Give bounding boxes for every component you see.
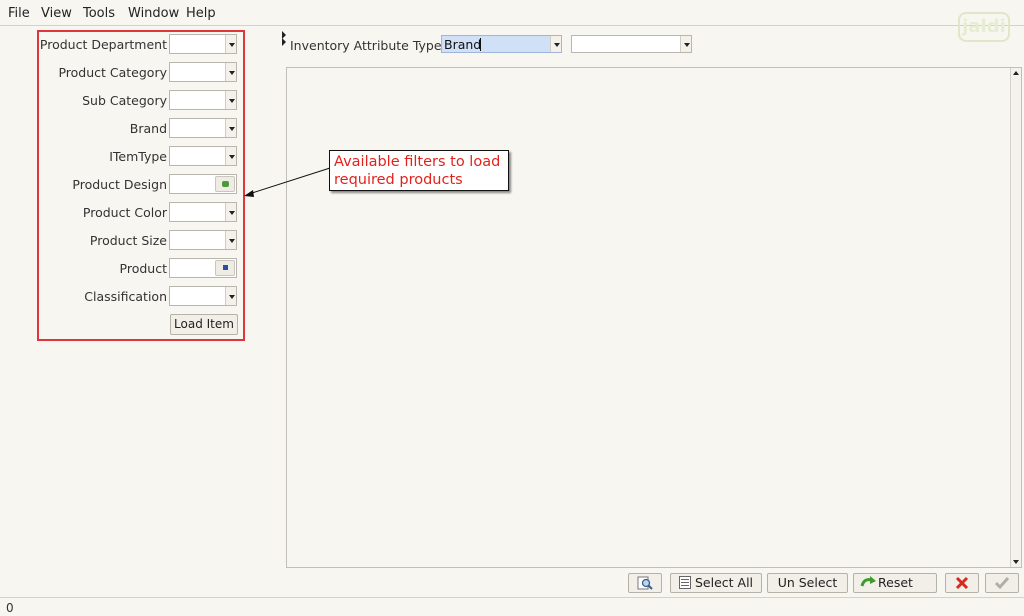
filter-label: Classification xyxy=(84,289,167,304)
filter-highlight-box: Product Department Product Category Sub … xyxy=(37,30,245,341)
reset-button[interactable]: Reset xyxy=(853,573,937,593)
filter-row-brand: Brand xyxy=(39,118,243,140)
select-all-button[interactable]: Select All xyxy=(670,573,762,593)
item-type-dropdown[interactable] xyxy=(169,146,237,166)
menu-bar: File View Tools Window Help xyxy=(0,0,1024,26)
menu-tools[interactable]: Tools xyxy=(83,6,115,21)
filter-label: Product Color xyxy=(82,205,167,220)
filter-label: Product Design xyxy=(72,177,167,192)
reset-arrow-icon xyxy=(860,576,876,587)
menu-file[interactable]: File xyxy=(8,6,30,21)
callout-arrow xyxy=(244,167,331,197)
classification-dropdown[interactable] xyxy=(169,286,237,306)
ok-button[interactable] xyxy=(985,573,1019,593)
filter-row-product-color: Product Color xyxy=(39,202,243,224)
attribute-type-value[interactable]: Brand xyxy=(444,37,481,52)
filter-label: ITemType xyxy=(109,149,167,164)
product-design-field[interactable] xyxy=(169,174,237,194)
filter-row-product-design: Product Design xyxy=(39,174,243,196)
expand-arrow-icon[interactable] xyxy=(282,38,286,46)
filter-label: Product Category xyxy=(58,65,167,80)
reset-label: Reset xyxy=(878,575,913,590)
filter-label: Product Size xyxy=(89,233,167,248)
bottom-toolbar: Select All Un Select Reset xyxy=(0,568,1024,596)
filter-row-classification: Classification xyxy=(39,286,243,308)
cancel-button[interactable] xyxy=(945,573,979,593)
status-bar: 0 xyxy=(0,597,1024,616)
filter-row-item-type: ITemType xyxy=(39,146,243,168)
un-select-button[interactable]: Un Select xyxy=(767,573,848,593)
magnifier-icon xyxy=(637,576,653,590)
list-icon xyxy=(679,576,691,589)
select-all-label: Select All xyxy=(695,575,754,590)
filter-label: Product Department xyxy=(39,37,167,52)
callout-line-2: required products xyxy=(334,172,463,188)
chevron-down-icon[interactable] xyxy=(225,35,236,53)
inventory-attribute-label: Inventory Attribute Type xyxy=(290,38,442,53)
callout-line-1: Available filters to load xyxy=(334,154,501,170)
inventory-attribute-type-dropdown[interactable]: Brand xyxy=(441,35,562,53)
load-item-button[interactable]: Load Item xyxy=(170,314,238,335)
chevron-down-icon[interactable] xyxy=(225,119,236,137)
product-icon xyxy=(223,265,228,270)
filter-row-product-department: Product Department xyxy=(39,34,243,56)
scroll-up-icon[interactable] xyxy=(1013,71,1019,75)
design-icon xyxy=(222,181,229,187)
results-panel xyxy=(286,67,1022,568)
filter-label: Sub Category xyxy=(82,93,167,108)
filter-row-product-size: Product Size xyxy=(39,230,243,252)
filter-row-product-category: Product Category xyxy=(39,62,243,84)
product-category-dropdown[interactable] xyxy=(169,62,237,82)
filter-row-sub-category: Sub Category xyxy=(39,90,243,112)
product-lookup-button[interactable] xyxy=(215,260,235,276)
status-text: 0 xyxy=(6,601,14,615)
design-lookup-button[interactable] xyxy=(215,176,235,192)
chevron-down-icon[interactable] xyxy=(225,203,236,221)
brand-dropdown[interactable] xyxy=(169,118,237,138)
inventory-attribute-value-dropdown[interactable] xyxy=(571,35,692,53)
product-field[interactable] xyxy=(169,258,237,278)
menu-help[interactable]: Help xyxy=(186,6,216,21)
filter-label: Product xyxy=(119,261,167,276)
menu-view[interactable]: View xyxy=(41,6,72,21)
vertical-scrollbar[interactable] xyxy=(1010,68,1021,567)
chevron-down-icon[interactable] xyxy=(680,36,691,52)
sub-category-dropdown[interactable] xyxy=(169,90,237,110)
chevron-down-icon[interactable] xyxy=(225,231,236,249)
checkmark-icon xyxy=(994,577,1010,590)
un-select-label: Un Select xyxy=(777,575,838,590)
chevron-down-icon[interactable] xyxy=(225,91,236,109)
filter-label: Brand xyxy=(129,121,167,136)
annotation-callout: Available filters to load required produ… xyxy=(329,150,509,191)
chevron-down-icon[interactable] xyxy=(225,63,236,81)
scroll-down-icon[interactable] xyxy=(1013,560,1019,564)
product-department-dropdown[interactable] xyxy=(169,34,237,54)
text-caret xyxy=(480,38,481,51)
filter-panel: Product Department Product Category Sub … xyxy=(0,27,282,566)
product-color-dropdown[interactable] xyxy=(169,202,237,222)
chevron-down-icon[interactable] xyxy=(225,287,236,305)
jaldi-logo: jaldi xyxy=(958,12,1010,42)
red-x-icon xyxy=(955,576,969,590)
chevron-down-icon[interactable] xyxy=(550,36,561,52)
chevron-down-icon[interactable] xyxy=(225,147,236,165)
find-button[interactable] xyxy=(628,573,662,593)
product-size-dropdown[interactable] xyxy=(169,230,237,250)
filter-row-product: Product xyxy=(39,258,243,280)
menu-window[interactable]: Window xyxy=(128,6,179,21)
